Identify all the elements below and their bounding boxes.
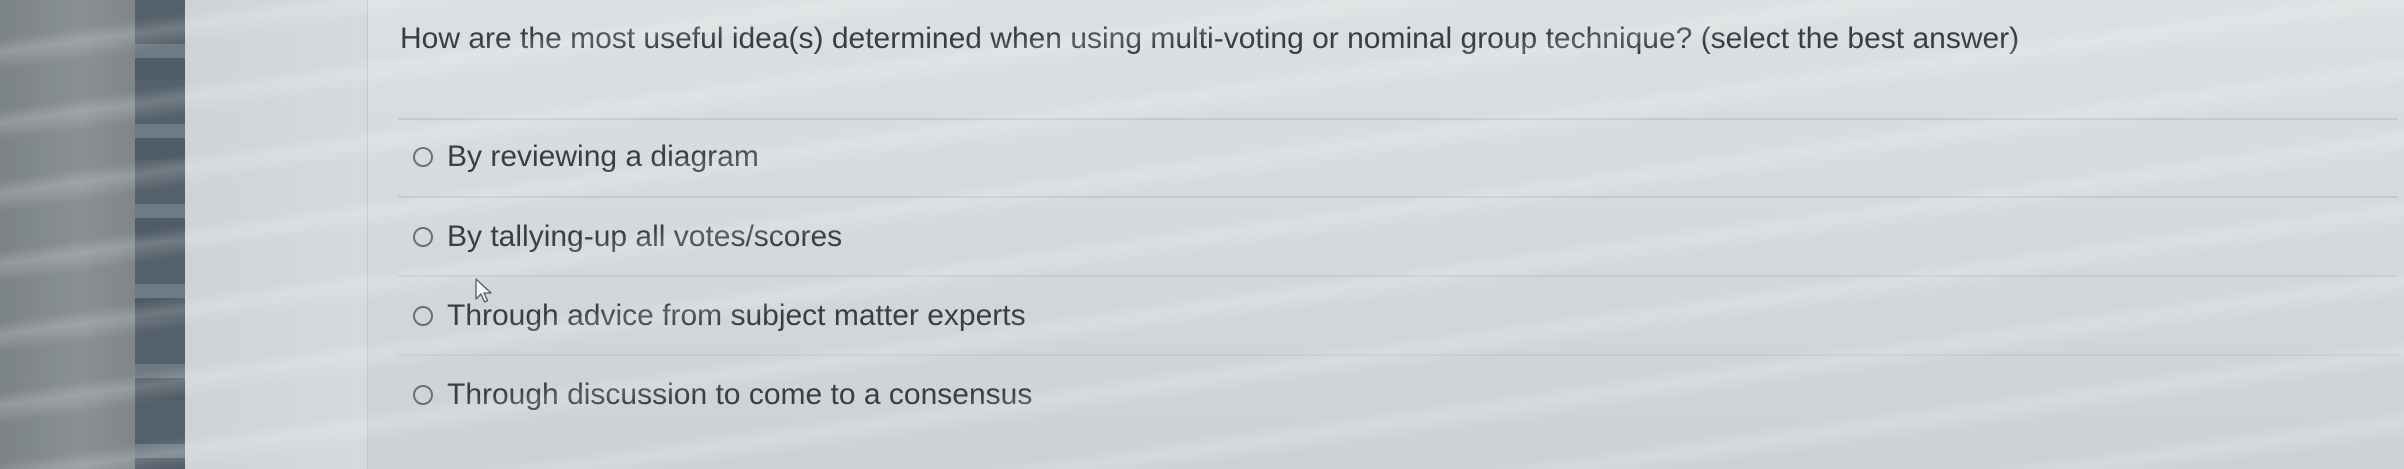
radio-button[interactable] <box>413 306 433 326</box>
answer-option-4[interactable]: Through discussion to come to a consensu… <box>413 375 1032 415</box>
answer-option-2[interactable]: By tallying-up all votes/scores <box>413 217 842 257</box>
divider <box>398 354 2398 356</box>
answer-option-1[interactable]: By reviewing a diagram <box>413 137 759 177</box>
question-text: How are the most useful idea(s) determin… <box>400 22 2020 55</box>
answer-option-3[interactable]: Through advice from subject matter exper… <box>413 296 1026 336</box>
answer-option-label: By tallying-up all votes/scores <box>447 220 843 253</box>
left-bezel <box>0 0 135 469</box>
screen: How are the most useful idea(s) determin… <box>0 0 2404 469</box>
answer-option-label: Through advice from subject matter exper… <box>447 299 1026 332</box>
divider <box>398 196 2398 198</box>
radio-button[interactable] <box>413 147 433 167</box>
divider <box>398 275 2398 277</box>
answer-option-label: By reviewing a diagram <box>447 140 759 173</box>
radio-button[interactable] <box>413 385 433 405</box>
answer-option-label: Through discussion to come to a consensu… <box>447 378 1033 411</box>
question-panel: How are the most useful idea(s) determin… <box>368 0 2404 469</box>
divider <box>398 118 2398 120</box>
side-scrollbar[interactable] <box>135 0 185 469</box>
left-gutter <box>185 0 368 469</box>
radio-button[interactable] <box>413 227 433 247</box>
